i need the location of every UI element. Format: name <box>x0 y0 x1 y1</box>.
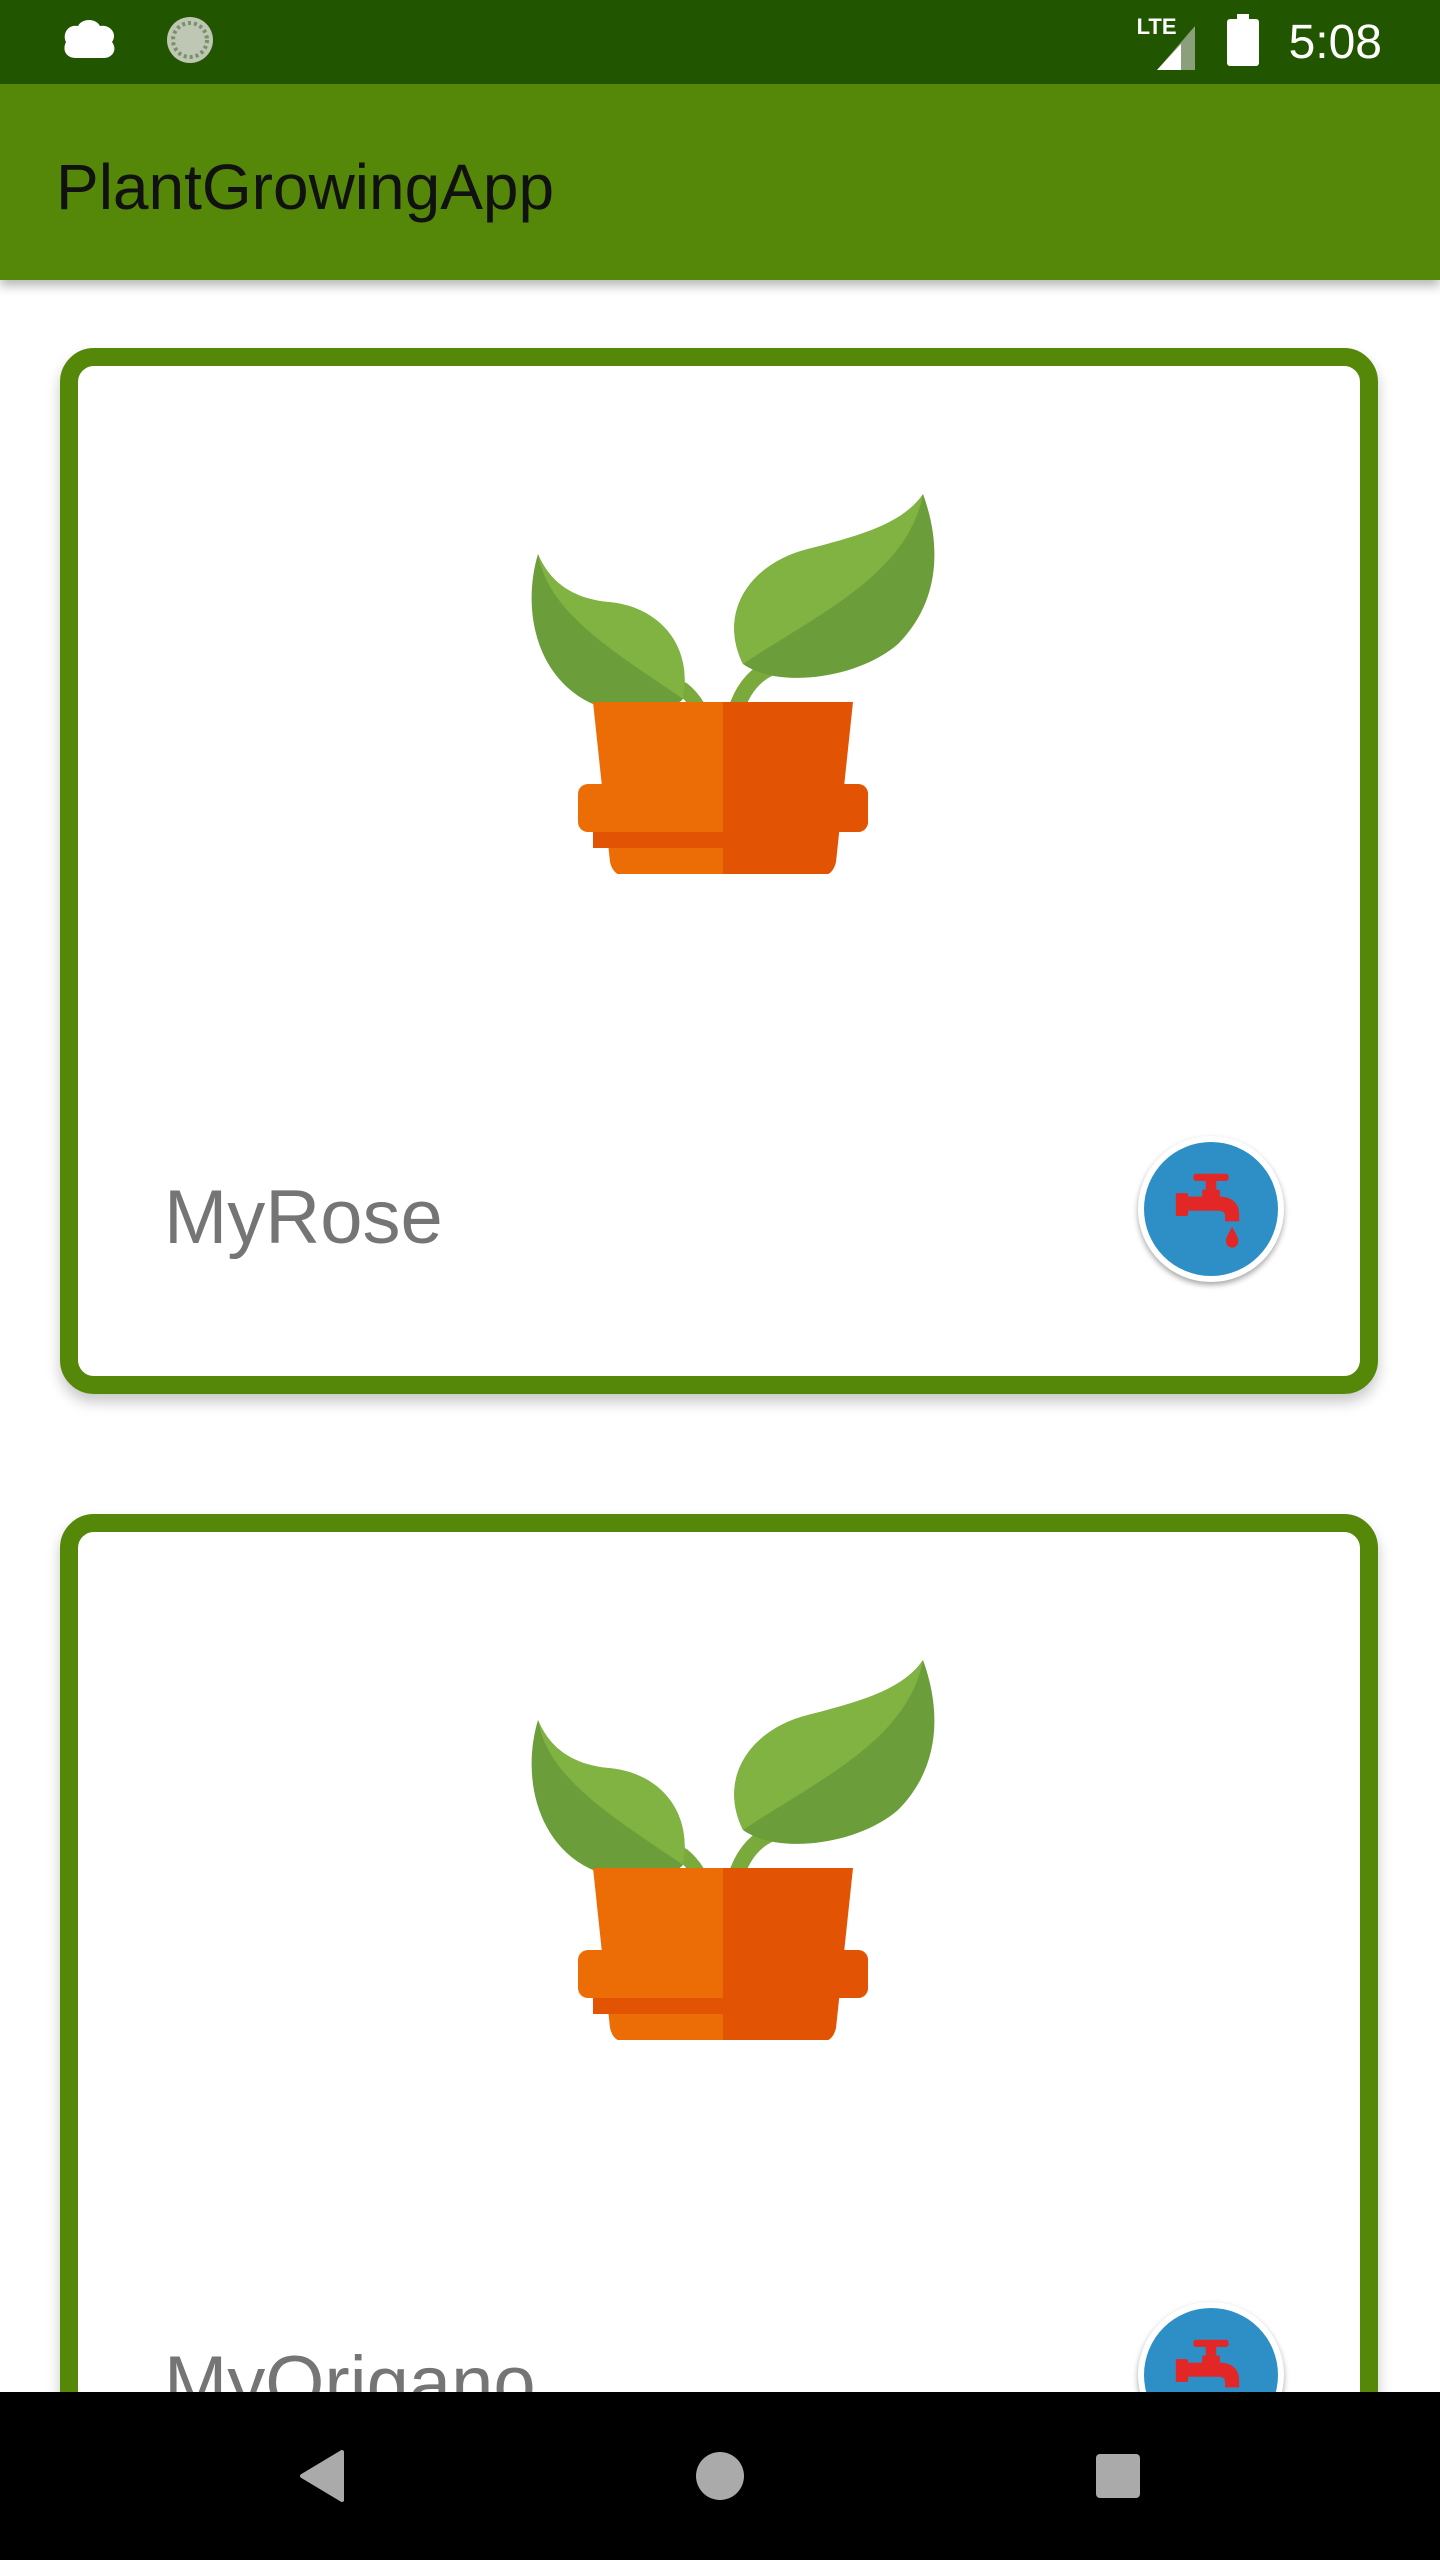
potted-plant-icon <box>478 1660 978 2040</box>
status-left-icons <box>62 16 216 68</box>
faucet-icon <box>1167 1165 1255 1253</box>
plant-list[interactable]: MyRose MyOrigano <box>0 280 1440 2392</box>
home-icon[interactable] <box>690 2446 750 2506</box>
signal-icon: LTE <box>1137 12 1205 72</box>
navigation-bar <box>0 2392 1440 2560</box>
recents-icon[interactable] <box>1088 2446 1148 2506</box>
plant-name: MyRose <box>164 1175 443 1260</box>
water-button-face <box>1144 1142 1278 1276</box>
cloud-notification-icon <box>62 18 118 67</box>
potted-plant-icon <box>478 494 978 874</box>
app-bar: PlantGrowingApp <box>0 84 1440 280</box>
status-bar: LTE 5:08 <box>0 0 1440 84</box>
app-title: PlantGrowingApp <box>56 151 555 223</box>
plant-name: MyOrigano <box>164 2341 536 2392</box>
plant-card[interactable]: MyRose <box>60 348 1378 1394</box>
water-plant-button[interactable] <box>1138 1136 1284 1282</box>
sync-icon <box>164 14 216 71</box>
water-button-face <box>1144 2308 1278 2392</box>
faucet-icon <box>1167 2331 1255 2392</box>
water-plant-button[interactable] <box>1138 2302 1284 2392</box>
status-right: LTE 5:08 <box>1137 10 1382 74</box>
battery-icon <box>1226 13 1259 71</box>
back-icon[interactable] <box>292 2446 352 2506</box>
status-time: 5:08 <box>1288 15 1382 69</box>
plant-card[interactable]: MyOrigano <box>60 1514 1378 2392</box>
